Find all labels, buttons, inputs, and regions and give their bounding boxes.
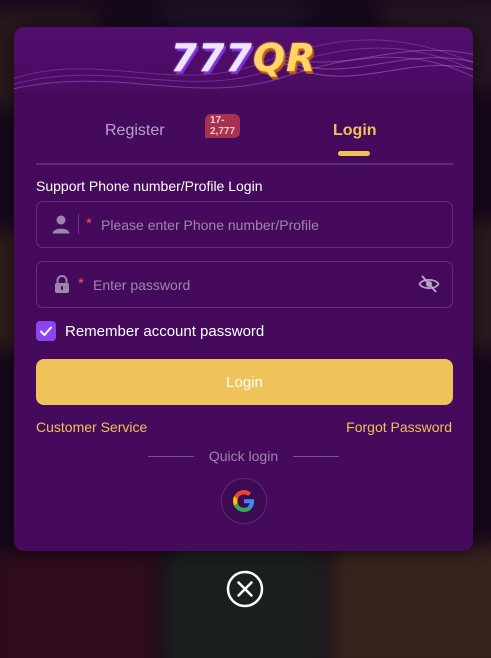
quick-login-label: Quick login — [208, 448, 279, 464]
customer-service-link[interactable]: Customer Service — [36, 419, 147, 435]
close-dialog-button[interactable] — [225, 569, 265, 609]
required-mark: * — [78, 275, 84, 292]
remember-checkbox[interactable] — [36, 321, 56, 341]
banner: 777QR — [14, 27, 473, 93]
logo-numbers: 777 — [170, 36, 253, 80]
tab-register-label: Register — [105, 122, 165, 139]
google-login-button[interactable] — [221, 478, 267, 524]
register-badge: 17-2,777 — [205, 114, 241, 138]
quick-login-divider: Quick login — [14, 448, 473, 466]
login-dialog: 777QR Register 17-2,777 Login Support Ph… — [14, 27, 473, 551]
auth-tabs: Register 17-2,777 Login — [36, 114, 453, 165]
close-icon — [226, 570, 264, 608]
password-field: * — [36, 261, 453, 308]
user-icon — [52, 215, 70, 234]
phone-input[interactable] — [101, 202, 441, 247]
password-input[interactable] — [93, 262, 403, 307]
google-icon — [233, 490, 255, 512]
tab-register[interactable]: Register 17-2,777 — [105, 114, 241, 140]
login-button[interactable]: Login — [36, 359, 453, 405]
lock-icon — [55, 275, 69, 293]
logo-letters: QR — [252, 36, 317, 80]
eye-off-icon[interactable] — [418, 274, 440, 294]
login-method-label: Support Phone number/Profile Login — [36, 178, 263, 194]
remember-label: Remember account password — [65, 323, 265, 340]
tab-login[interactable]: Login — [333, 122, 377, 140]
forgot-password-link[interactable]: Forgot Password — [346, 419, 452, 435]
active-tab-indicator — [338, 151, 370, 156]
check-icon — [40, 326, 52, 336]
divider-line-right — [293, 456, 339, 457]
required-mark: * — [86, 215, 92, 232]
brand-logo: 777QR — [14, 35, 473, 81]
field-divider — [78, 214, 79, 234]
phone-field: * — [36, 201, 453, 248]
